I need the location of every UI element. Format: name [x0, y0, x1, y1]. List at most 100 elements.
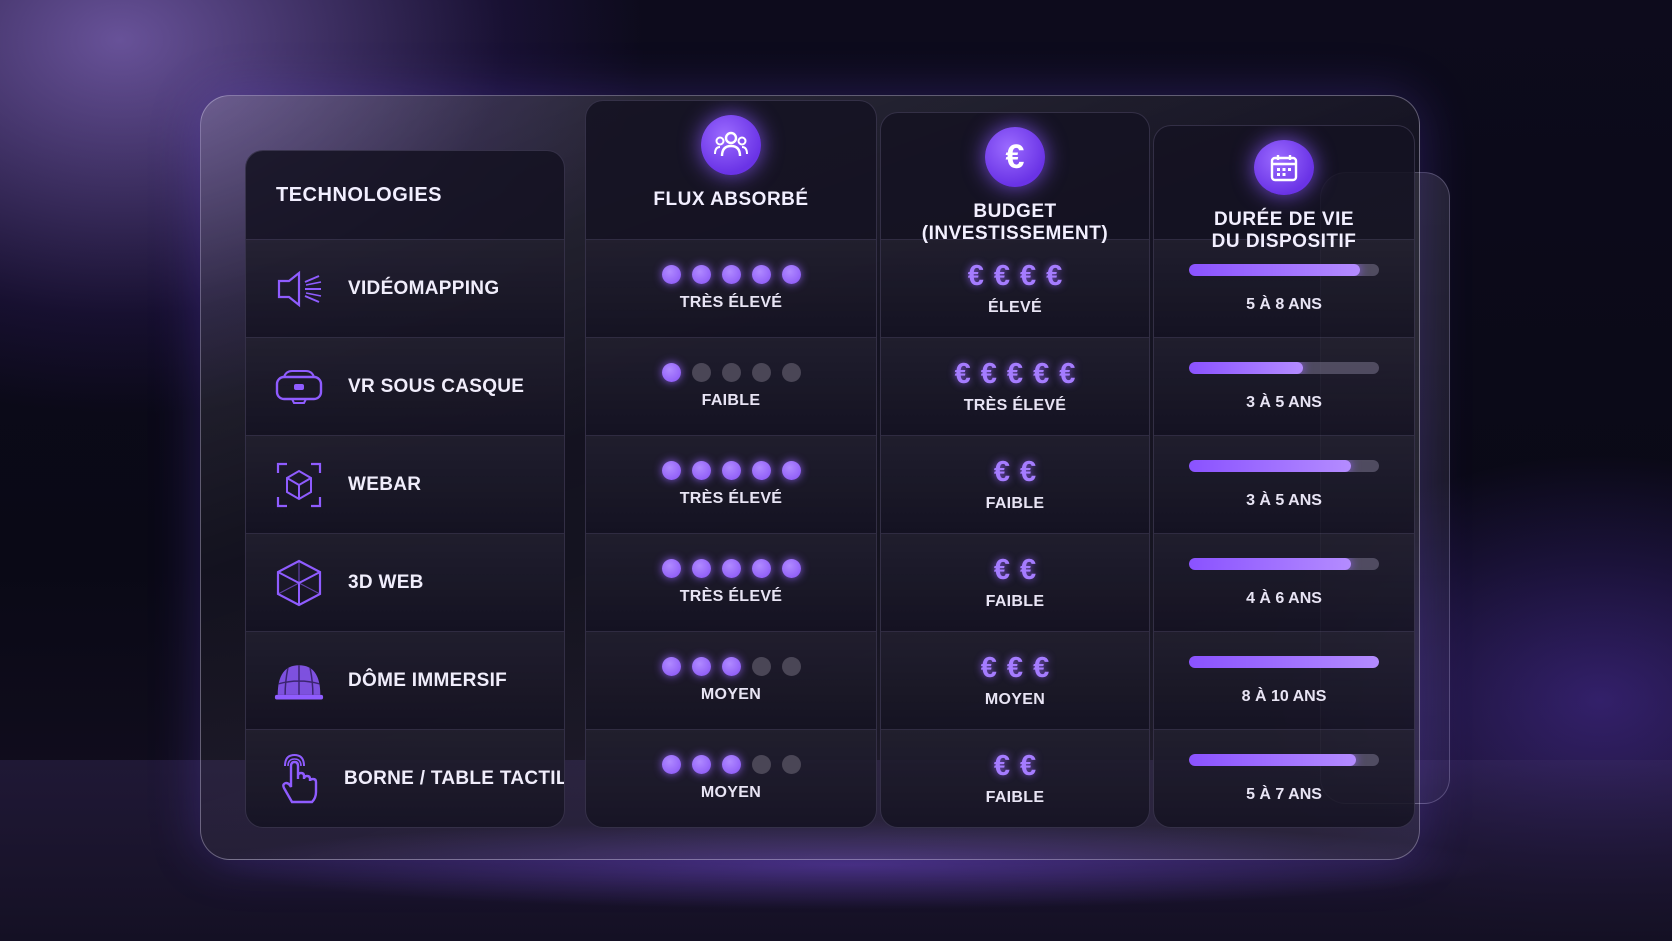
euro-icon: € — [993, 553, 1010, 586]
calendar-icon — [1254, 140, 1314, 195]
budget-column: € BUDGET (INVESTISSEMENT) € € € € ÉLEVÉ € € € € €… — [880, 112, 1150, 828]
technologies-header: TECHNOLOGIES — [246, 151, 564, 239]
lifespan-bar-fill — [1189, 263, 1360, 276]
budget-level: FAIBLE — [985, 592, 1045, 610]
lifespan-bar — [1189, 655, 1379, 668]
euro-icon: € — [1006, 651, 1024, 684]
technologies-title: TECHNOLOGIES — [276, 184, 443, 206]
lifespan-bar-fill — [1189, 459, 1351, 472]
budget-row: € € FAIBLE — [881, 729, 1149, 827]
lifespan-label: 5 À 8 ANS — [1246, 295, 1322, 313]
rating-dot — [781, 363, 801, 382]
rating-dot — [721, 363, 741, 382]
rating-dot — [781, 755, 801, 774]
euro-icon: € — [1033, 357, 1050, 390]
technologies-column: TECHNOLOGIES VIDÉOMAPPING VR SOUS CASQUE W… — [245, 150, 565, 828]
tech-row: VR SOUS CASQUE — [246, 337, 564, 435]
rating-dot — [691, 265, 711, 284]
rating-dot — [781, 657, 801, 676]
rating-dot — [751, 657, 771, 676]
euro-icon: € — [1020, 455, 1037, 488]
people-icon — [701, 115, 761, 175]
budget-level: ÉLEVÉ — [988, 298, 1042, 316]
rating-dot — [781, 265, 801, 284]
duree-column: DURÉE DE VIE DU DISPOSITIF 5 À 8 ANS 3 À … — [1153, 125, 1415, 828]
euro-icon: € — [1046, 259, 1063, 292]
euro-icon: € — [1020, 553, 1037, 586]
budget-level: MOYEN — [984, 690, 1046, 708]
flux-level: TRÈS ÉLEVÉ — [679, 588, 783, 605]
tech-row: 3D WEB — [246, 533, 564, 631]
rating-dot — [691, 657, 711, 676]
rating-dot — [661, 265, 681, 284]
tech-row: DÔME IMMERSIF — [246, 631, 564, 729]
budget-row: € € FAIBLE — [881, 435, 1149, 533]
flux-row: MOYEN — [586, 631, 876, 729]
flux-row: TRÈS ÉLEVÉ — [586, 533, 876, 631]
rating-dot — [661, 559, 681, 578]
duree-row: 5 À 7 ANS — [1154, 729, 1414, 827]
budget-rating: € € — [994, 555, 1036, 585]
rating-dot — [721, 657, 741, 676]
rating-dot — [691, 559, 711, 578]
euro-icon: € — [967, 259, 984, 292]
flux-row: FAIBLE — [586, 337, 876, 435]
rating-dot — [781, 461, 801, 480]
duree-row: 3 À 5 ANS — [1154, 337, 1414, 435]
lifespan-label: 5 À 7 ANS — [1246, 785, 1322, 803]
flux-rating — [661, 265, 801, 284]
flux-title: FLUX ABSORBÉ — [653, 189, 809, 210]
tech-label: VIDÉOMAPPING — [348, 277, 500, 299]
budget-row: € € € € ÉLEVÉ — [881, 239, 1149, 337]
budget-level: FAIBLE — [985, 494, 1045, 512]
tech-row: VIDÉOMAPPING — [246, 239, 564, 337]
budget-rating: € € € € € — [955, 359, 1076, 389]
lifespan-bar — [1189, 459, 1379, 472]
euro-icon: € — [993, 455, 1010, 488]
lifespan-bar-fill — [1189, 655, 1379, 668]
duree-row: 8 À 10 ANS — [1154, 631, 1414, 729]
euro-icon: € — [993, 749, 1010, 782]
flux-rows: TRÈS ÉLEVÉ FAIBLE TRÈS ÉLEVÉ TRÈS ÉLEVÉ MOYE… — [586, 239, 876, 827]
lifespan-bar-fill — [1189, 361, 1303, 374]
rating-dot — [751, 559, 771, 578]
lifespan-bar — [1189, 557, 1379, 570]
dome-icon — [274, 656, 324, 706]
euro-icon: € — [993, 259, 1010, 292]
flux-header: FLUX ABSORBÉ — [586, 101, 876, 253]
budget-rating: € € € € — [968, 261, 1063, 291]
flux-level: MOYEN — [700, 784, 762, 801]
budget-rows: € € € € ÉLEVÉ € € € € € TRÈS ÉLEVÉ € € FAIBLE € € FAIBLE… — [881, 239, 1149, 827]
euro-icon: € — [1020, 749, 1037, 782]
touch-hand-icon — [274, 753, 320, 804]
lifespan-label: 4 À 6 ANS — [1246, 589, 1322, 607]
euro-icon: € — [1059, 357, 1076, 390]
rating-dot — [721, 559, 741, 578]
flux-row: MOYEN — [586, 729, 876, 827]
rating-dot — [691, 461, 711, 480]
budget-rating: € € — [994, 457, 1036, 487]
euro-icon: € — [980, 651, 997, 684]
duree-header: DURÉE DE VIE DU DISPOSITIF — [1154, 126, 1414, 253]
tech-label: VR SOUS CASQUE — [348, 375, 525, 397]
euro-icon: € — [954, 357, 971, 390]
lifespan-bar — [1189, 263, 1379, 276]
euro-icon: € — [1033, 651, 1050, 684]
flux-rating — [661, 461, 801, 480]
rating-dot — [661, 363, 681, 382]
rating-dot — [751, 461, 771, 480]
duree-rows: 5 À 8 ANS 3 À 5 ANS 3 À 5 ANS 4 À 6 ANS 8 À … — [1154, 239, 1414, 827]
budget-rating: € € € — [981, 653, 1049, 683]
rating-dot — [661, 755, 681, 774]
lifespan-label: 8 À 10 ANS — [1241, 687, 1327, 705]
tech-label: DÔME IMMERSIF — [348, 669, 508, 691]
vr-headset-icon — [274, 362, 324, 412]
euro-icon: € — [985, 127, 1045, 187]
rating-dot — [691, 755, 711, 774]
lifespan-bar-fill — [1189, 557, 1351, 570]
3d-cube-icon — [274, 558, 324, 608]
tech-label: WEBAR — [348, 473, 422, 495]
technologies-rows: VIDÉOMAPPING VR SOUS CASQUE WEBAR 3D WEB DÔM… — [246, 239, 564, 827]
duree-row: 5 À 8 ANS — [1154, 239, 1414, 337]
duree-row: 3 À 5 ANS — [1154, 435, 1414, 533]
